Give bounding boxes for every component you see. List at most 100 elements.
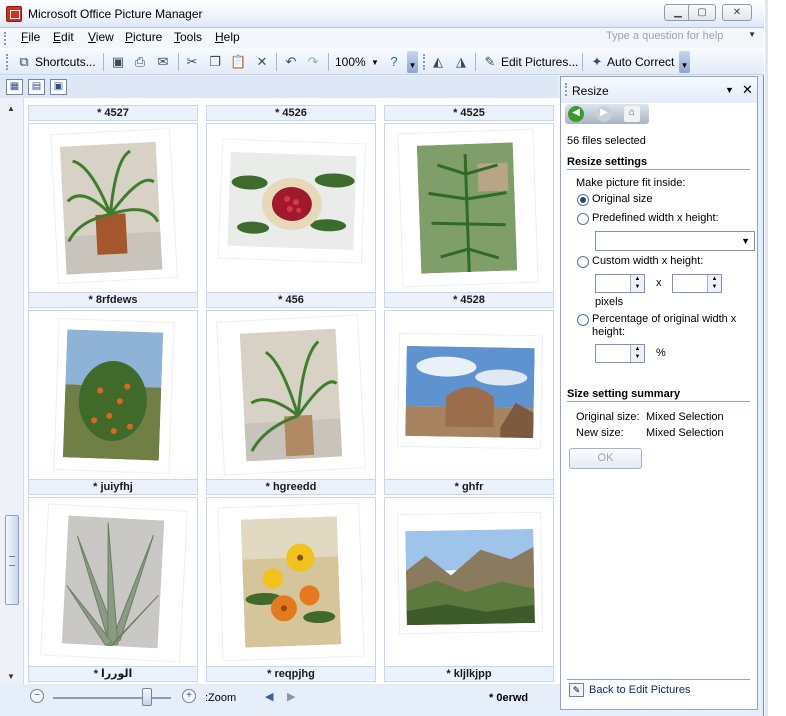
menu-grip[interactable] [4,32,7,45]
predefined-size-radio[interactable] [577,213,589,225]
previous-picture-icon[interactable]: ◀ [265,690,273,703]
zoom-slider-track[interactable] [53,697,171,699]
menu-edit[interactable]: Edit [53,30,74,44]
pine-photo [416,142,518,274]
thumbnail-cell[interactable] [384,497,554,667]
original-size-label[interactable]: Original size [592,193,653,205]
menu-file[interactable]: File [21,30,40,44]
auto-correct-icon[interactable]: ✦ [589,54,605,70]
paste-icon[interactable]: 📋 [230,54,246,70]
chevron-down-icon[interactable]: ▼ [725,85,734,95]
gallery-scrollbar[interactable]: ▲ ▼ [0,98,24,684]
close-icon[interactable]: ✕ [742,82,753,98]
thumbnail-caption[interactable]: * الوررا [28,666,198,682]
thumbnail-view-icon[interactable]: ▦ [6,79,23,95]
thumbnail-caption[interactable]: * 4527 [28,105,198,121]
undo-icon[interactable]: ↶ [283,54,299,70]
delete-icon[interactable]: ✕ [254,54,270,70]
percentage-stepper[interactable]: ▲ ▼ [595,344,645,363]
thumbnail-caption[interactable]: * reqpjhg [206,666,376,682]
zoom-in-icon[interactable]: + [182,689,196,703]
stepper-arrows-icon[interactable]: ▲ ▼ [630,345,644,362]
scroll-up-icon[interactable]: ▲ [7,104,15,113]
help-icon[interactable]: ? [386,54,402,70]
zoom-dropdown[interactable]: 100% [335,55,366,69]
chevron-down-icon[interactable]: ▼ [741,236,750,246]
thumbnail-cell[interactable] [206,310,376,480]
zoom-out-icon[interactable]: − [30,689,44,703]
mail-icon[interactable]: ✉ [155,54,171,70]
thumbnail-caption[interactable]: * hgreedd [206,479,376,495]
thumbnail-cell[interactable] [206,497,376,667]
percentage-label-line2[interactable]: height: [592,326,625,338]
custom-size-radio[interactable] [577,256,589,268]
scroll-down-icon[interactable]: ▼ [7,672,15,681]
maximize-button[interactable]: ▢ [688,4,716,21]
thumbnail-caption[interactable]: * 456 [206,292,376,308]
forward-arrow-icon[interactable]: ▶ [596,106,612,122]
percentage-label-line1[interactable]: Percentage of original width x [592,313,736,325]
custom-width-stepper[interactable]: ▲ ▼ [595,274,645,293]
filmstrip-view-icon[interactable]: ▤ [28,79,45,95]
close-button[interactable]: ✕ [722,4,752,21]
redo-icon[interactable]: ↷ [305,54,321,70]
window-shadow-edge [765,0,768,716]
ok-button[interactable]: OK [569,448,642,469]
save-icon[interactable]: ▣ [110,54,126,70]
thumbnail-caption[interactable]: * 4526 [206,105,376,121]
back-to-edit-pictures-link[interactable]: Back to Edit Pictures [589,684,691,696]
thumbnail-cell[interactable] [28,497,198,667]
menu-help[interactable]: Help [215,30,240,44]
single-picture-view-icon[interactable]: ▣ [50,79,67,95]
toolbar-grip[interactable] [423,54,426,70]
rotate-right-icon[interactable]: ◮ [453,54,469,70]
thumbnail-caption[interactable]: * 4525 [384,105,554,121]
next-picture-icon[interactable]: ▶ [287,690,295,703]
rotate-left-icon[interactable]: ◭ [430,54,446,70]
auto-correct-button[interactable]: Auto Correct [607,55,674,69]
zoom-slider-thumb[interactable] [142,688,153,706]
thumbnail-caption[interactable]: * ghfr [384,479,554,495]
print-icon[interactable]: ⎙ [132,54,148,70]
thumbnail-caption[interactable]: * juiyfhj [28,479,198,495]
scroll-thumb[interactable] [5,515,19,605]
thumbnail-cell[interactable] [384,123,554,293]
thumbnail-caption[interactable]: * 8rfdews [28,292,198,308]
thumbnail-caption[interactable]: * 4528 [384,292,554,308]
shortcuts-button[interactable]: Shortcuts... [35,55,96,69]
thumbnail-cell[interactable] [384,310,554,480]
custom-size-label[interactable]: Custom width x height: [592,255,703,267]
predefined-size-label[interactable]: Predefined width x height: [592,212,719,224]
edit-pictures-icon[interactable]: ✎ [482,54,498,70]
title-bar[interactable]: Microsoft Office Picture Manager ▁ ▢ ✕ [0,0,764,28]
back-arrow-icon[interactable]: ◀ [568,106,584,122]
section-divider [567,169,750,170]
percentage-radio[interactable] [577,314,589,326]
toolbar-grip[interactable] [6,54,9,70]
task-pane-grip[interactable] [565,83,568,96]
shortcuts-icon[interactable]: ⧉ [16,54,32,70]
thumbnail-cell[interactable] [28,123,198,293]
menu-picture[interactable]: Picture [125,30,162,44]
predefined-size-select[interactable]: ▼ [595,231,755,251]
custom-height-stepper[interactable]: ▲ ▼ [672,274,722,293]
edit-pictures-icon[interactable]: ✎ [569,683,584,697]
stepper-arrows-icon[interactable]: ▲ ▼ [630,275,644,292]
help-search-box[interactable]: Type a question for help ▼ [606,30,756,44]
edit-pictures-button[interactable]: Edit Pictures... [501,55,578,69]
home-icon[interactable]: ⌂ [624,106,640,122]
thumbnail-cell[interactable] [206,123,376,293]
toolbar-options-icon[interactable]: ▼ [407,51,418,73]
thumbnail-caption[interactable]: * kljlkjpp [384,666,554,682]
original-size-radio[interactable] [577,194,589,206]
toolbar-options-icon[interactable]: ▼ [679,51,690,73]
cut-icon[interactable]: ✂ [184,54,200,70]
stepper-arrows-icon[interactable]: ▲ ▼ [707,275,721,292]
chevron-down-icon[interactable]: ▼ [748,30,756,39]
picture-manager-app-icon [6,6,22,22]
copy-icon[interactable]: ❐ [207,54,223,70]
menu-view[interactable]: View [88,30,114,44]
thumbnail-cell[interactable] [28,310,198,480]
chevron-down-icon[interactable]: ▼ [371,58,379,67]
menu-tools[interactable]: Tools [174,30,202,44]
